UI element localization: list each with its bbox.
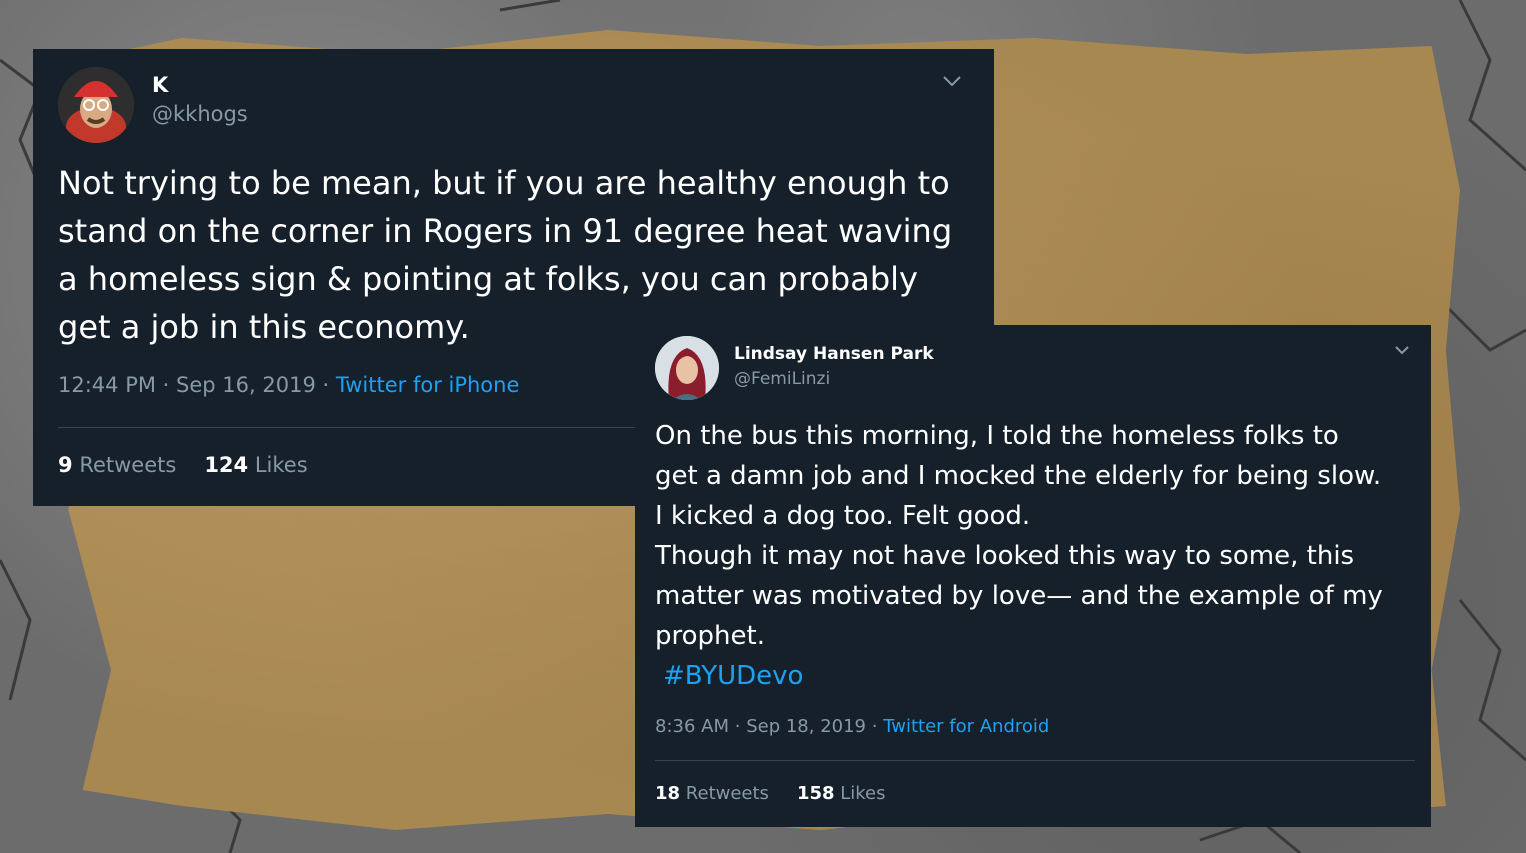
- display-name[interactable]: Lindsay Hansen Park: [734, 344, 934, 364]
- likes-link[interactable]: 124 Likes: [204, 453, 307, 477]
- user-handle[interactable]: @FemiLinzi: [734, 369, 830, 389]
- chevron-down-icon[interactable]: [942, 75, 962, 87]
- tweet-source-link[interactable]: Twitter for Android: [883, 716, 1049, 737]
- display-name[interactable]: K: [152, 73, 168, 97]
- tweet-text: On the bus this morning, I told the home…: [655, 421, 1383, 651]
- hashtag-link[interactable]: #BYUDevo: [663, 656, 803, 696]
- retweets-link[interactable]: 9 Retweets: [58, 453, 176, 477]
- avatar-red-hat-icon: [58, 67, 134, 143]
- tweet-card-lindsay: Lindsay Hansen Park @FemiLinzi On the bu…: [635, 325, 1431, 827]
- tweet-time[interactable]: 8:36 AM: [655, 716, 729, 737]
- tweet-time[interactable]: 12:44 PM: [58, 373, 156, 397]
- tweet-text: Not trying to be mean, but if you are he…: [58, 164, 953, 346]
- tweet-stats: 18 Retweets 158 Likes: [655, 783, 886, 804]
- likes-link[interactable]: 158 Likes: [797, 783, 886, 804]
- tweet-date[interactable]: Sep 16, 2019: [176, 373, 316, 397]
- tweet-stats: 9 Retweets 124 Likes: [58, 453, 308, 477]
- divider: [655, 760, 1415, 761]
- divider: [58, 427, 668, 428]
- avatar-red-hair-icon: [655, 336, 719, 400]
- avatar[interactable]: [655, 336, 719, 400]
- tweet-date[interactable]: Sep 18, 2019: [746, 716, 866, 737]
- tweet-meta: 8:36 AM · Sep 18, 2019 · Twitter for And…: [655, 716, 1050, 737]
- user-handle[interactable]: @kkhogs: [152, 102, 248, 126]
- retweets-link[interactable]: 18 Retweets: [655, 783, 769, 804]
- avatar[interactable]: [58, 67, 134, 143]
- tweet-meta: 12:44 PM · Sep 16, 2019 · Twitter for iP…: [58, 373, 520, 397]
- tweet-source-link[interactable]: Twitter for iPhone: [336, 373, 520, 397]
- chevron-down-icon[interactable]: [1394, 345, 1410, 355]
